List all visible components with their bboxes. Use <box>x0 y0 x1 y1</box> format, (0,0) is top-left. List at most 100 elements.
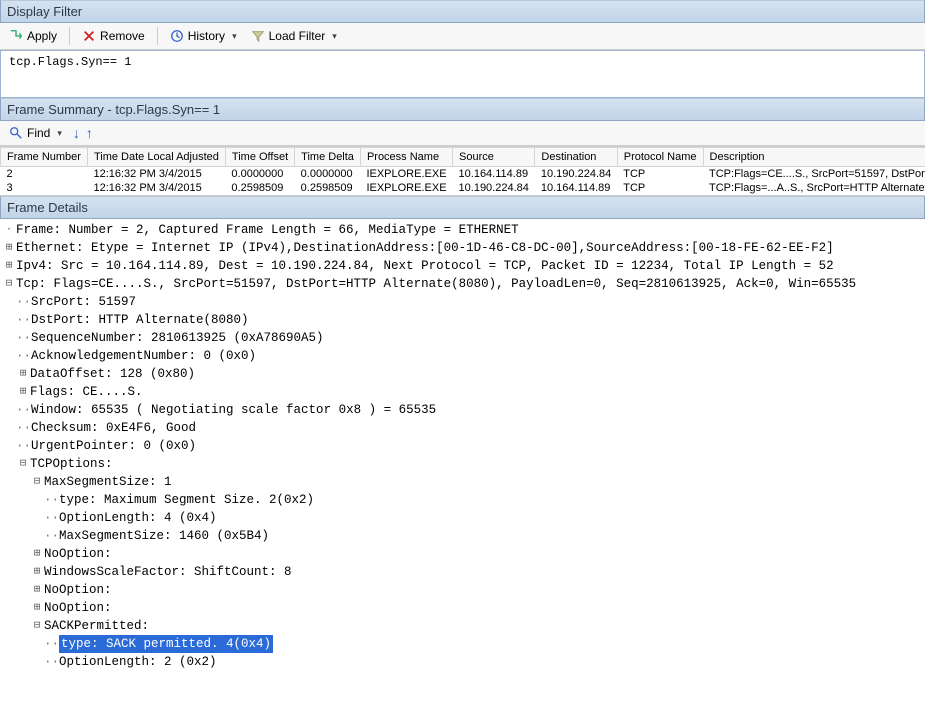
tree-node-sack-type[interactable]: ··type: SACK permitted. 4(0x4) <box>2 635 923 653</box>
tree-node-mss-val[interactable]: ··MaxSegmentSize: 1460 (0x5B4) <box>2 527 923 545</box>
tree-expand-icon[interactable]: ⊞ <box>16 365 30 383</box>
find-icon <box>9 126 23 140</box>
tree-node-noop[interactable]: ⊞NoOption: <box>2 581 923 599</box>
tree-collapse-icon[interactable]: ⊟ <box>30 617 44 635</box>
tree-collapse-icon[interactable]: ⊟ <box>16 455 30 473</box>
load-filter-label: Load Filter <box>269 29 326 43</box>
filter-expression-input[interactable]: tcp.Flags.Syn== 1 <box>0 50 925 98</box>
remove-button[interactable]: Remove <box>77 26 150 46</box>
col-source[interactable]: Source <box>453 148 535 167</box>
col-process-name[interactable]: Process Name <box>360 148 452 167</box>
tree-text: Checksum: 0xE4F6, Good <box>31 419 196 437</box>
cell: TCP <box>617 181 703 195</box>
tree-node-flags[interactable]: ⊞Flags: CE....S. <box>2 383 923 401</box>
tree-node-urgent[interactable]: ··UrgentPointer: 0 (0x0) <box>2 437 923 455</box>
col-destination[interactable]: Destination <box>535 148 617 167</box>
tree-node-mss-type[interactable]: ··type: Maximum Segment Size. 2(0x2) <box>2 491 923 509</box>
tree-text: Ipv4: Src = 10.164.114.89, Dest = 10.190… <box>16 257 834 275</box>
history-button[interactable]: History <box>165 26 242 46</box>
load-filter-button[interactable]: Load Filter <box>246 26 342 46</box>
tree-node-ethernet[interactable]: ⊞Ethernet: Etype = Internet IP (IPv4),De… <box>2 239 923 257</box>
tree-text: Ethernet: Etype = Internet IP (IPv4),Des… <box>16 239 834 257</box>
tree-guide: ·· <box>16 293 31 311</box>
frame-summary-table: Frame Number Time Date Local Adjusted Ti… <box>0 147 925 195</box>
col-description[interactable]: Description <box>703 148 925 167</box>
arrow-up-icon[interactable]: ↑ <box>86 125 93 141</box>
arrow-down-icon[interactable]: ↓ <box>73 125 80 141</box>
tree-node-dstport[interactable]: ··DstPort: HTTP Alternate(8080) <box>2 311 923 329</box>
cell: 10.164.114.89 <box>453 167 535 182</box>
separator <box>157 27 158 45</box>
tree-node-dataoffset[interactable]: ⊞DataOffset: 128 (0x80) <box>2 365 923 383</box>
tree-guide: ·· <box>44 509 59 527</box>
tree-collapse-icon[interactable]: ⊟ <box>2 275 16 293</box>
tree-node-noop[interactable]: ⊞NoOption: <box>2 545 923 563</box>
history-icon <box>170 29 184 43</box>
cell: IEXPLORE.EXE <box>360 181 452 195</box>
tree-node-seq[interactable]: ··SequenceNumber: 2810613925 (0xA78690A5… <box>2 329 923 347</box>
tree-node-mss-len[interactable]: ··OptionLength: 4 (0x4) <box>2 509 923 527</box>
col-time-offset[interactable]: Time Offset <box>225 148 294 167</box>
tree-text: SrcPort: 51597 <box>31 293 136 311</box>
cell: 0.2598509 <box>225 181 294 195</box>
remove-label: Remove <box>100 29 145 43</box>
col-time-delta[interactable]: Time Delta <box>295 148 361 167</box>
tree-expand-icon[interactable]: ⊞ <box>30 545 44 563</box>
tree-text: Frame: Number = 2, Captured Frame Length… <box>16 221 519 239</box>
tree-node-wsf[interactable]: ⊞WindowsScaleFactor: ShiftCount: 8 <box>2 563 923 581</box>
col-protocol[interactable]: Protocol Name <box>617 148 703 167</box>
tree-text: UrgentPointer: 0 (0x0) <box>31 437 196 455</box>
tree-text: WindowsScaleFactor: ShiftCount: 8 <box>44 563 292 581</box>
tree-expand-icon[interactable]: ⊞ <box>16 383 30 401</box>
tree-guide: ·· <box>44 491 59 509</box>
tree-expand-icon[interactable]: ⊞ <box>30 581 44 599</box>
cell: 0.2598509 <box>295 181 361 195</box>
tree-node-checksum[interactable]: ··Checksum: 0xE4F6, Good <box>2 419 923 437</box>
tree-node-frame[interactable]: ·Frame: Number = 2, Captured Frame Lengt… <box>2 221 923 239</box>
tree-node-window[interactable]: ··Window: 65535 ( Negotiating scale fact… <box>2 401 923 419</box>
tree-node-mss[interactable]: ⊟MaxSegmentSize: 1 <box>2 473 923 491</box>
frame-summary-grid-scroll[interactable]: Frame Number Time Date Local Adjusted Ti… <box>0 146 925 196</box>
tree-expand-icon[interactable]: ⊞ <box>2 239 16 257</box>
tree-node-tcpoptions[interactable]: ⊟TCPOptions: <box>2 455 923 473</box>
tree-node-sack-len[interactable]: ··OptionLength: 2 (0x2) <box>2 653 923 671</box>
table-row[interactable]: 2 12:16:32 PM 3/4/2015 0.0000000 0.00000… <box>1 167 925 182</box>
tree-text: TCPOptions: <box>30 455 113 473</box>
tree-collapse-icon[interactable]: ⊟ <box>30 473 44 491</box>
cell: 10.164.114.89 <box>535 181 617 195</box>
find-label: Find <box>27 126 50 140</box>
tree-node-ack[interactable]: ··AcknowledgementNumber: 0 (0x0) <box>2 347 923 365</box>
cell: 10.190.224.84 <box>535 167 617 182</box>
tree-text: MaxSegmentSize: 1 <box>44 473 172 491</box>
apply-button[interactable]: Apply <box>4 26 62 46</box>
frame-details-header: Frame Details <box>0 196 925 219</box>
remove-icon <box>82 29 96 43</box>
frame-details-tree[interactable]: ·Frame: Number = 2, Captured Frame Lengt… <box>0 219 925 673</box>
col-frame-number[interactable]: Frame Number <box>1 148 88 167</box>
tree-text: MaxSegmentSize: 1460 (0x5B4) <box>59 527 269 545</box>
tree-text: OptionLength: 4 (0x4) <box>59 509 217 527</box>
tree-text-selected: type: SACK permitted. 4(0x4) <box>59 635 273 653</box>
tree-guide: ·· <box>16 419 31 437</box>
tree-guide: ·· <box>16 347 31 365</box>
table-row[interactable]: 3 12:16:32 PM 3/4/2015 0.2598509 0.25985… <box>1 181 925 195</box>
find-button[interactable]: Find <box>4 123 67 143</box>
tree-text: OptionLength: 2 (0x2) <box>59 653 217 671</box>
tree-text: DataOffset: 128 (0x80) <box>30 365 195 383</box>
tree-node-noop[interactable]: ⊞NoOption: <box>2 599 923 617</box>
tree-guide: ·· <box>16 401 31 419</box>
tree-guide: ·· <box>16 437 31 455</box>
tree-text: NoOption: <box>44 599 112 617</box>
col-time-date[interactable]: Time Date Local Adjusted <box>87 148 225 167</box>
tree-expand-icon[interactable]: ⊞ <box>30 599 44 617</box>
tree-node-srcport[interactable]: ··SrcPort: 51597 <box>2 293 923 311</box>
tree-guide: ·· <box>44 653 59 671</box>
tree-node-ipv4[interactable]: ⊞Ipv4: Src = 10.164.114.89, Dest = 10.19… <box>2 257 923 275</box>
cell: TCP:Flags=...A..S., SrcPort=HTTP Alterna… <box>703 181 925 195</box>
tree-node-tcp[interactable]: ⊟Tcp: Flags=CE....S., SrcPort=51597, Dst… <box>2 275 923 293</box>
tree-text: Tcp: Flags=CE....S., SrcPort=51597, DstP… <box>16 275 856 293</box>
tree-node-sackpermitted[interactable]: ⊟SACKPermitted: <box>2 617 923 635</box>
cell: TCP:Flags=CE....S., SrcPort=51597, DstPo… <box>703 167 925 182</box>
tree-expand-icon[interactable]: ⊞ <box>30 563 44 581</box>
tree-expand-icon[interactable]: ⊞ <box>2 257 16 275</box>
